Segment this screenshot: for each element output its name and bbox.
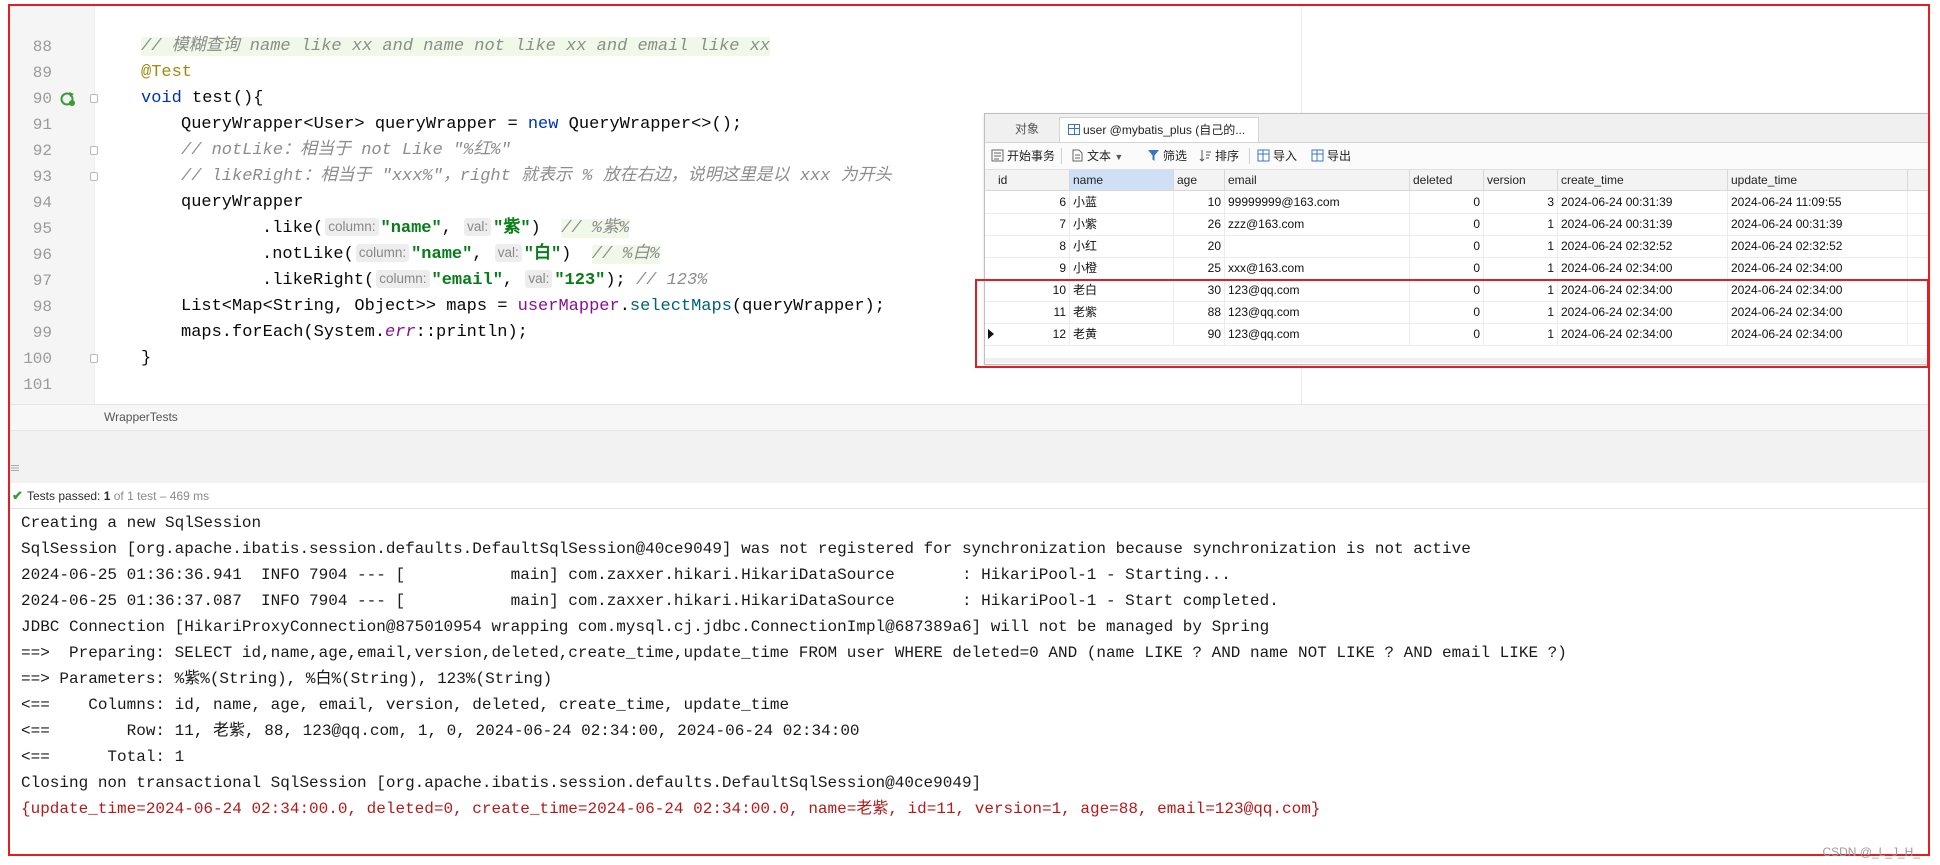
- code-line: 89 // 模糊查询 name like xx and name not lik…: [10, 34, 1930, 82]
- fold-marker[interactable]: [90, 354, 98, 363]
- console-line: 2024-06-25 01:36:36.941 INFO 7904 --- [ …: [21, 566, 1231, 584]
- code-line: 102: [10, 372, 1930, 420]
- toolbar-separator: [1061, 148, 1062, 164]
- fold-marker[interactable]: [90, 94, 98, 103]
- toolbar-separator: [1249, 148, 1250, 164]
- tests-detail: of 1 test: [110, 489, 157, 503]
- sort-button[interactable]: 排序: [1199, 147, 1239, 165]
- transaction-icon: [991, 149, 1004, 162]
- parameter-hint: val:: [464, 218, 492, 236]
- test-annotation: @Test: [141, 63, 193, 82]
- console-error-line: {update_time=2024-06-24 02:34:00.0, dele…: [21, 800, 1321, 818]
- column-header-email[interactable]: email: [1225, 170, 1410, 190]
- console-line: Creating a new SqlSession: [21, 514, 262, 532]
- db-tab-bar: 对象 user @mybatis_plus (自己的...: [985, 114, 1929, 143]
- code-line: 91 void test(){: [10, 86, 1930, 134]
- parameter-hint: val:: [525, 270, 553, 288]
- code-comment: // 模糊查询 name like xx and name not like x…: [141, 37, 771, 56]
- chevron-down-icon: ▼: [1114, 152, 1124, 162]
- column-header-id[interactable]: id: [995, 170, 1070, 190]
- column-header-deleted[interactable]: deleted: [1410, 170, 1484, 190]
- grid-bottom-bar: [985, 358, 1929, 363]
- console-line: ==> Parameters: %紫%(String), %白%(String)…: [21, 670, 553, 688]
- export-icon: [1311, 149, 1324, 162]
- database-result-window[interactable]: 对象 user @mybatis_plus (自己的... 开始事务 文本 ▼ …: [984, 113, 1930, 365]
- column-header-version[interactable]: version: [1484, 170, 1558, 190]
- code-comment: // 123%: [635, 271, 708, 290]
- code-comment: // notLike：相当于 not Like "%红%": [181, 141, 511, 160]
- console-line: <== Total: 1: [21, 748, 185, 766]
- column-header-update-time[interactable]: update_time: [1728, 170, 1908, 190]
- console-line: ==> Preparing: SELECT id,name,age,email,…: [21, 644, 1567, 662]
- console-line: 2024-06-25 01:36:37.087 INFO 7904 --- [ …: [21, 592, 1279, 610]
- code-line: 88: [10, 8, 1930, 56]
- tests-duration: – 469 ms: [156, 489, 210, 503]
- import-icon: [1257, 149, 1270, 162]
- import-button[interactable]: 导入: [1257, 147, 1297, 165]
- run-console[interactable]: Creating a new SqlSession SqlSession [or…: [10, 510, 1930, 850]
- tab-objects[interactable]: 对象: [997, 117, 1057, 142]
- current-row-arrow-icon: [988, 329, 994, 339]
- drag-handle-icon[interactable]: [10, 465, 20, 471]
- text-view-button[interactable]: 文本 ▼: [1071, 147, 1123, 165]
- table-row-current[interactable]: 12 老黄 90 123@qq.com 0 1 2024-06-24 02:34…: [985, 323, 1929, 346]
- column-header-name[interactable]: name: [1070, 170, 1174, 190]
- table-row[interactable]: 8 小红 20 0 1 2024-06-24 02:32:52 2024-06-…: [985, 235, 1929, 258]
- breadcrumb[interactable]: WrapperTests: [104, 410, 178, 424]
- table-row[interactable]: 7 小紫 26 zzz@163.com 0 1 2024-06-24 00:31…: [985, 213, 1929, 236]
- fold-marker[interactable]: [90, 172, 98, 181]
- begin-transaction-button[interactable]: 开始事务: [991, 147, 1055, 165]
- test-status-bar: ✔ Tests passed: 1 of 1 test – 469 ms: [10, 484, 1930, 509]
- column-header-create-time[interactable]: create_time: [1558, 170, 1728, 190]
- tests-passed-label: Tests passed:: [27, 489, 104, 503]
- document-icon: [1072, 149, 1083, 162]
- parameter-hint: val:: [494, 244, 522, 262]
- code-comment: // %紫%: [561, 219, 630, 238]
- table-row[interactable]: 11 老紫 88 123@qq.com 0 1 2024-06-24 02:34…: [985, 301, 1929, 324]
- table-row[interactable]: 9 小橙 25 xxx@163.com 0 1 2024-06-24 02:34…: [985, 257, 1929, 280]
- filter-button[interactable]: 筛选: [1147, 147, 1187, 165]
- fold-marker[interactable]: [90, 146, 98, 155]
- console-line: <== Columns: id, name, age, email, versi…: [21, 696, 790, 714]
- table-row[interactable]: 6 小蓝 10 99999999@163.com 0 3 2024-06-24 …: [985, 191, 1929, 214]
- parameter-hint: column:: [325, 218, 379, 236]
- table-row[interactable]: 10 老白 30 123@qq.com 0 1 2024-06-24 02:34…: [985, 279, 1929, 302]
- run-test-icon[interactable]: [60, 91, 76, 107]
- watermark: CSDN @_L_J_H_: [1822, 845, 1920, 859]
- check-icon: ✔: [12, 488, 23, 503]
- parameter-hint: column:: [376, 270, 430, 288]
- table-icon: [1068, 124, 1080, 135]
- export-button[interactable]: 导出: [1311, 147, 1351, 165]
- panel-splitter[interactable]: [10, 430, 1930, 483]
- db-toolbar: 开始事务 文本 ▼ 筛选 排序 导入 导出: [985, 143, 1929, 170]
- console-line: JDBC Connection [HikariProxyConnection@8…: [21, 618, 1270, 636]
- filter-icon: [1148, 150, 1159, 161]
- console-line: Closing non transactional SqlSession [or…: [21, 774, 982, 792]
- console-line: SqlSession [org.apache.ibatis.session.de…: [21, 540, 1471, 558]
- sort-icon: [1199, 150, 1211, 162]
- code-line: 90 @Test: [10, 60, 1930, 108]
- editor-breadcrumb-bar: WrapperTests: [10, 404, 1930, 431]
- code-comment: // likeRight：相当于 "xxx%"，right 就表示 % 放在右边…: [181, 167, 892, 186]
- column-header-age[interactable]: age: [1174, 170, 1225, 190]
- parameter-hint: column:: [355, 244, 410, 262]
- tab-user-table[interactable]: user @mybatis_plus (自己的...: [1059, 117, 1259, 142]
- grid-header: id name age email deleted version create…: [985, 170, 1929, 191]
- code-comment: // %白%: [591, 245, 660, 264]
- console-line: <== Row: 11, 老紫, 88, 123@qq.com, 1, 0, 2…: [21, 722, 860, 740]
